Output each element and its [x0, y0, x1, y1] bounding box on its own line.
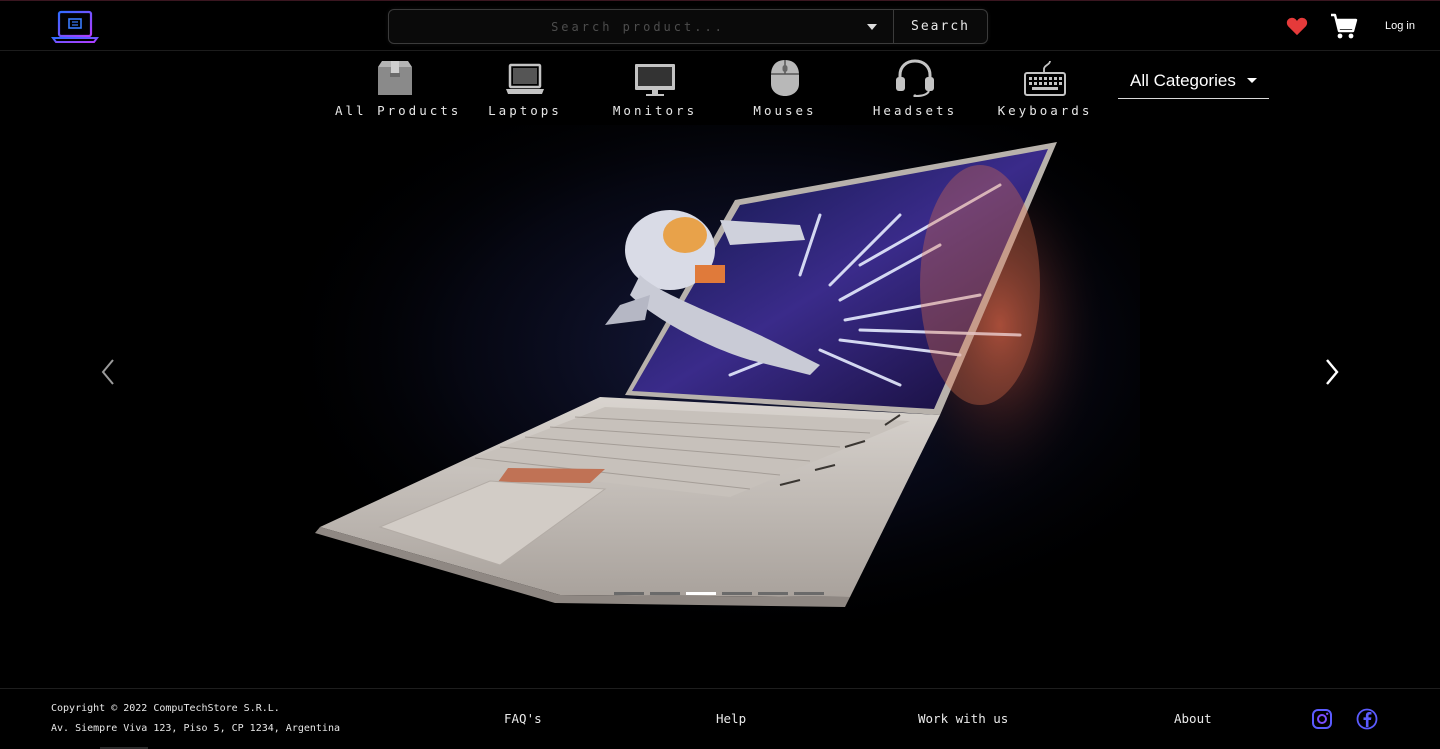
- category-label: Laptops: [488, 103, 562, 118]
- chevron-down-icon[interactable]: [867, 23, 877, 30]
- heart-icon[interactable]: [1286, 16, 1308, 36]
- carousel-indicators: [614, 592, 824, 596]
- category-headsets[interactable]: Headsets: [855, 57, 975, 118]
- carousel-dot-active[interactable]: [686, 592, 716, 595]
- category-label: Mouses: [753, 103, 817, 118]
- headset-icon: [896, 59, 934, 97]
- category-keyboards[interactable]: Keyboards: [985, 57, 1105, 118]
- search-input[interactable]: [389, 10, 867, 43]
- category-all-products[interactable]: All Products: [335, 57, 462, 118]
- laptop-logo-icon[interactable]: [51, 10, 99, 44]
- chevron-left-icon[interactable]: [98, 357, 118, 387]
- category-label: All Products: [335, 103, 462, 118]
- category-label: Headsets: [872, 103, 958, 118]
- carousel-dot[interactable]: [614, 592, 644, 595]
- hero-carousel: [0, 125, 1440, 622]
- copyright-text: Copyright © 2022 CompuTechStore S.R.L.: [51, 703, 280, 714]
- category-label: Monitors: [612, 103, 698, 118]
- carousel-dot[interactable]: [794, 592, 824, 595]
- footer-link-about[interactable]: About: [1174, 711, 1212, 726]
- address-text: Av. Siempre Viva 123, Piso 5, CP 1234, A…: [51, 723, 340, 734]
- category-laptops[interactable]: Laptops: [465, 57, 585, 118]
- footer-link-work-with-us[interactable]: Work with us: [918, 711, 1008, 726]
- laptop-icon: [506, 63, 544, 94]
- chevron-right-icon[interactable]: [1322, 357, 1342, 387]
- cart-icon[interactable]: [1330, 13, 1358, 40]
- search-bar: Search: [388, 9, 988, 44]
- carousel-dot[interactable]: [722, 592, 752, 595]
- category-select[interactable]: All Categories: [1118, 63, 1269, 99]
- top-header: Search Log in: [0, 0, 1440, 51]
- category-mouses[interactable]: Mouses: [725, 57, 845, 118]
- search-button[interactable]: Search: [893, 10, 987, 43]
- carousel-dot[interactable]: [758, 592, 788, 595]
- footer-link-faqs[interactable]: FAQ's: [504, 711, 542, 726]
- monitor-icon: [635, 64, 675, 96]
- category-monitors[interactable]: Monitors: [595, 57, 715, 118]
- instagram-icon[interactable]: [1311, 708, 1333, 730]
- carousel-dot[interactable]: [650, 592, 680, 595]
- category-label: Keyboards: [997, 103, 1093, 118]
- keyboard-icon: [1024, 60, 1066, 96]
- box-icon: [378, 61, 412, 95]
- laptop-hero-image: [300, 125, 1140, 622]
- chevron-down-icon: [1247, 78, 1257, 83]
- login-link[interactable]: Log in: [1385, 20, 1415, 32]
- category-select-value: All Categories: [1130, 70, 1236, 90]
- mouse-icon: [771, 60, 799, 96]
- footer-link-help[interactable]: Help: [716, 711, 746, 726]
- facebook-icon[interactable]: [1356, 708, 1378, 730]
- footer: Copyright © 2022 CompuTechStore S.R.L. A…: [0, 688, 1440, 749]
